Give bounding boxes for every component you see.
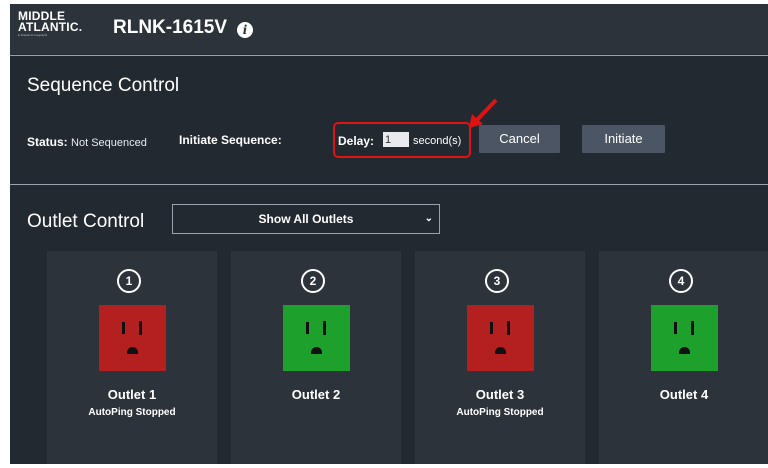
sequence-control-title: Sequence Control xyxy=(27,75,180,96)
outlet-card-4[interactable]: 4 Outlet 4 xyxy=(599,251,768,464)
app-window: MIDDLE ATLANTIC. a brand of Legrand RLNK… xyxy=(10,4,768,464)
outlet-card-2[interactable]: 2 Outlet 2 xyxy=(231,251,401,464)
outlet-name: Outlet 3 xyxy=(475,387,525,402)
outlet-status: AutoPing Stopped xyxy=(456,407,544,418)
outlet-status: AutoPing Stopped xyxy=(88,407,176,418)
info-icon[interactable]: i xyxy=(237,22,253,38)
outlet-number-badge: 4 xyxy=(669,269,693,293)
brand-logo: MIDDLE ATLANTIC. a brand of Legrand xyxy=(18,10,83,37)
header-divider xyxy=(10,55,768,56)
delay-label: Delay: xyxy=(338,134,375,148)
annotation-arrow-icon xyxy=(469,98,498,128)
outlet-socket-icon[interactable] xyxy=(99,305,166,371)
device-model: RLNK-1615V xyxy=(113,17,228,38)
status-label: Status: xyxy=(27,135,68,149)
socket-slot xyxy=(691,321,694,335)
chevron-down-icon: ⌄ xyxy=(424,213,433,224)
sequence-control-panel: Sequence Control Status: Not Sequenced I… xyxy=(10,60,768,183)
outlet-filter-value: Show All Outlets xyxy=(258,212,354,226)
outlet-socket-icon[interactable] xyxy=(467,305,534,371)
socket-slot xyxy=(306,322,309,334)
delay-input[interactable] xyxy=(383,132,409,147)
status-value: Not Sequenced xyxy=(71,137,147,149)
outlet-card-3[interactable]: 3 Outlet 3 AutoPing Stopped xyxy=(415,251,585,464)
outlet-control-panel: Outlet Control Show All Outlets ⌄ 1 Outl… xyxy=(10,189,768,464)
brand-line2: ATLANTIC. xyxy=(18,20,83,34)
outlet-name: Outlet 2 xyxy=(291,387,341,402)
outlet-number-badge: 3 xyxy=(485,269,509,293)
initiate-sequence-label: Initiate Sequence: xyxy=(179,133,282,147)
delay-unit: second(s) xyxy=(413,135,462,147)
outlet-number-badge: 2 xyxy=(301,269,325,293)
socket-slot xyxy=(139,321,142,335)
socket-ground xyxy=(679,347,690,354)
outlet-socket-icon[interactable] xyxy=(651,305,718,371)
socket-slot xyxy=(674,322,677,334)
outlet-socket-icon[interactable] xyxy=(283,305,350,371)
outlet-control-title: Outlet Control xyxy=(27,211,145,232)
socket-slot xyxy=(490,322,493,334)
socket-ground xyxy=(127,347,138,354)
outlet-name: Outlet 4 xyxy=(659,387,709,402)
socket-slot xyxy=(122,322,125,334)
sequence-status: Status: Not Sequenced xyxy=(27,135,147,149)
socket-ground xyxy=(495,347,506,354)
header-bar: MIDDLE ATLANTIC. a brand of Legrand RLNK… xyxy=(10,4,768,54)
section-divider xyxy=(10,184,768,185)
outlet-name: Outlet 1 xyxy=(107,387,157,402)
outlet-filter-select[interactable]: Show All Outlets ⌄ xyxy=(172,204,440,234)
socket-slot xyxy=(323,321,326,335)
initiate-button[interactable]: Initiate xyxy=(582,125,665,153)
socket-ground xyxy=(311,347,322,354)
socket-slot xyxy=(507,321,510,335)
outlet-number-badge: 1 xyxy=(117,269,141,293)
outlet-card-1[interactable]: 1 Outlet 1 AutoPing Stopped xyxy=(47,251,217,464)
